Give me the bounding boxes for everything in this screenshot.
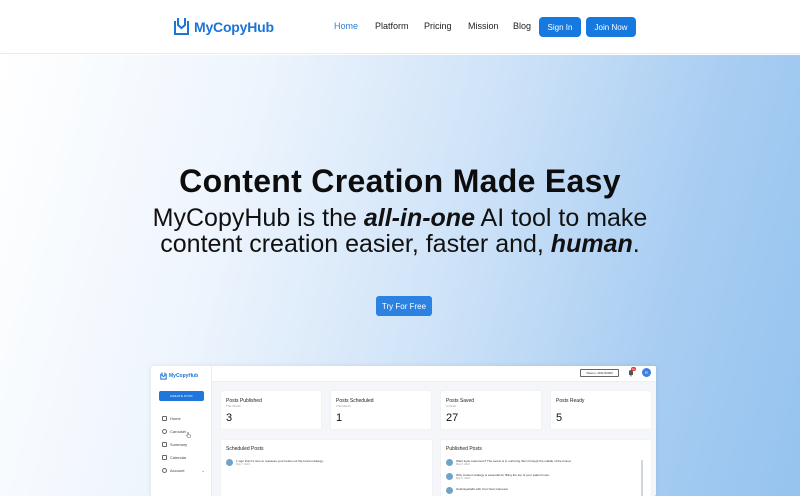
panel-title: Published Posts: [446, 446, 482, 452]
scrollbar[interactable]: [641, 460, 643, 496]
preview-logo: MyCopyHub: [160, 372, 198, 380]
calendar-icon: [162, 454, 167, 460]
published-posts-panel: Published Posts Want loyal customers? Th…: [441, 440, 651, 496]
hand-cursor-icon: [186, 432, 191, 438]
user-icon: [162, 467, 167, 473]
notification-badge: 9+: [631, 367, 636, 371]
eye-icon: [162, 428, 167, 434]
sidebar-item-carousel[interactable]: Carousel: [162, 427, 186, 435]
app-preview: MyCopyHub CREATE POST Home Carousel Summ…: [151, 366, 656, 496]
stat-value: 27: [446, 412, 459, 424]
nav-platform[interactable]: Platform: [375, 21, 409, 31]
post-avatar: [446, 487, 453, 494]
sidebar-item-label: Calendar: [170, 454, 187, 460]
chevron-down-icon: ⌄: [201, 467, 205, 473]
stat-value: 3: [226, 412, 233, 424]
nav-blog[interactable]: Blog: [513, 21, 531, 31]
stat-subtitle: This Month: [336, 404, 351, 408]
brand-logo[interactable]: MyCopyHub: [173, 17, 274, 36]
sign-in-button[interactable]: Sign In: [539, 17, 581, 37]
list-item[interactable]: 1 sign that it's time to reassess your b…: [226, 459, 324, 466]
sidebar-item-label: Carousel: [170, 428, 187, 434]
post-text: Grab Eyeballs with Your Next Carousel: [456, 487, 508, 491]
nav-mission[interactable]: Mission: [468, 21, 499, 31]
sidebar-item-home[interactable]: Home: [162, 414, 181, 422]
stat-card-saved: Posts Saved In Draft 27: [441, 391, 541, 429]
post-avatar: [446, 473, 453, 480]
top-navbar: MyCopyHub Home Platform Pricing Mission …: [0, 0, 800, 54]
hero-subtitle-part: .: [632, 230, 640, 258]
preview-topbar: Tokens: 2911/30000 9+ R: [212, 366, 656, 382]
list-item[interactable]: Grab Eyeballs with Your Next Carousel: [446, 487, 508, 494]
preview-sidebar: MyCopyHub CREATE POST Home Carousel Summ…: [151, 366, 212, 496]
post-avatar: [226, 459, 233, 466]
list-item[interactable]: Want loyal customers? The secret is in n…: [446, 459, 571, 466]
stat-subtitle: In Draft: [446, 404, 456, 408]
create-post-button[interactable]: CREATE POST: [159, 391, 204, 401]
list-item[interactable]: Why content strategy is essential for fi…: [446, 473, 550, 480]
sidebar-item-label: Home: [170, 415, 181, 421]
brand-name: MyCopyHub: [194, 18, 274, 35]
logo-icon: [174, 18, 189, 35]
stat-card-scheduled: Posts Scheduled This Month 1: [331, 391, 431, 429]
sidebar-item-label: Account: [170, 467, 185, 473]
stat-value: 1: [336, 412, 343, 424]
post-date: May 6, 2024: [456, 477, 470, 480]
sidebar-item-label: Summary: [170, 441, 188, 447]
preview-brand-name: MyCopyHub: [169, 373, 199, 379]
join-now-button[interactable]: Join Now: [586, 17, 636, 37]
sidebar-item-account[interactable]: Account ⌄: [162, 466, 205, 474]
panel-title: Scheduled Posts: [226, 446, 264, 452]
hero-subtitle: MyCopyHub is the all-in-one AI tool to m…: [150, 205, 650, 257]
stat-card-ready: Posts Ready 5: [551, 391, 651, 429]
nav-home[interactable]: Home: [334, 21, 358, 31]
sidebar-item-summary[interactable]: Summary: [162, 440, 187, 448]
post-date: May 7, 2024: [236, 463, 250, 466]
post-avatar: [446, 459, 453, 466]
sidebar-item-calendar[interactable]: Calendar: [162, 453, 186, 461]
home-icon: [162, 415, 167, 421]
hero-subtitle-emphasis: all-in-one: [363, 204, 475, 232]
post-date: May 8, 2024: [456, 463, 470, 466]
stat-value: 5: [556, 412, 563, 424]
stat-subtitle: This Month: [226, 404, 241, 408]
nav-pricing[interactable]: Pricing: [424, 21, 452, 31]
logo-icon: [160, 372, 167, 380]
stat-card-published: Posts Published This Month 3: [221, 391, 321, 429]
tokens-counter: Tokens: 2911/30000: [580, 369, 619, 377]
hero-subtitle-part: MyCopyHub is the: [152, 204, 364, 232]
hero-subtitle-emphasis: human: [550, 230, 633, 258]
stat-title: Posts Ready: [556, 398, 585, 404]
post-text: Why content strategy is essential for fi…: [456, 473, 550, 477]
avatar[interactable]: R: [642, 368, 651, 377]
post-text: Want loyal customers? The secret is in n…: [456, 459, 572, 463]
try-for-free-button[interactable]: Try For Free: [376, 296, 432, 316]
edit-icon: [162, 441, 167, 447]
scheduled-posts-panel: Scheduled Posts 1 sign that it's time to…: [221, 440, 432, 496]
hero-title: Content Creation Made Easy: [179, 163, 621, 199]
